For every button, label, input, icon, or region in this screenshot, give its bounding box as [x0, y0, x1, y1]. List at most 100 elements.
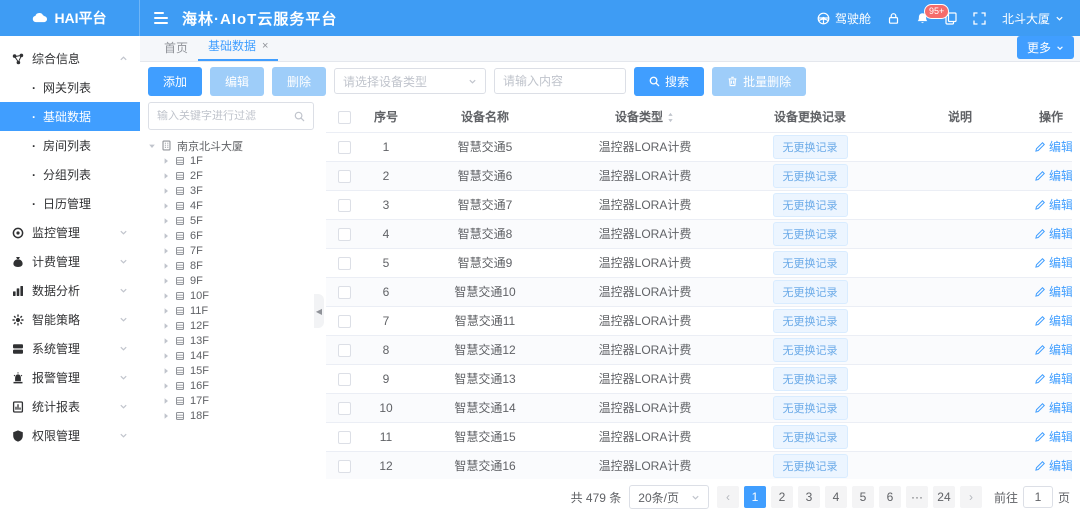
search-button[interactable]: 搜索: [634, 67, 704, 96]
sidebar-group-1[interactable]: 监控管理: [0, 218, 140, 247]
sidebar-group-4[interactable]: 智能策略: [0, 305, 140, 334]
collapse-tree-button[interactable]: ◀: [314, 294, 324, 328]
no-replace-record-badge[interactable]: 无更换记录: [773, 164, 848, 188]
edit-link[interactable]: 编辑: [1035, 283, 1072, 300]
search-input[interactable]: [503, 74, 617, 88]
page-button-4[interactable]: 4: [825, 486, 847, 508]
row-checkbox[interactable]: [338, 228, 351, 241]
app-logo[interactable]: HAI平台: [0, 0, 140, 36]
sidebar-group-5[interactable]: 系统管理: [0, 334, 140, 363]
fullscreen-button[interactable]: [973, 12, 986, 25]
row-checkbox[interactable]: [338, 170, 351, 183]
sidebar-item-0-1[interactable]: ·基础数据: [0, 102, 140, 131]
page-button-1[interactable]: 1: [744, 486, 766, 508]
tree-node-floor-8F[interactable]: 8F: [148, 258, 314, 273]
table-scroll[interactable]: 序号设备名称设备类型设备更换记录说明操作 1智慧交通5温控器LORA计费无更换记…: [326, 102, 1072, 479]
edit-link[interactable]: 编辑: [1035, 254, 1072, 271]
page-button-2[interactable]: 2: [771, 486, 793, 508]
cockpit-link[interactable]: 驾驶舱: [817, 10, 871, 27]
no-replace-record-badge[interactable]: 无更换记录: [773, 396, 848, 420]
page-button-24[interactable]: 24: [933, 486, 955, 508]
goto-page-input[interactable]: [1023, 486, 1053, 508]
edit-link[interactable]: 编辑: [1035, 312, 1072, 329]
edit-link[interactable]: 编辑: [1035, 225, 1072, 242]
tree-node-floor-15F[interactable]: 15F: [148, 363, 314, 378]
lock-button[interactable]: [887, 12, 900, 25]
edit-link[interactable]: 编辑: [1035, 457, 1072, 474]
row-checkbox[interactable]: [338, 431, 351, 444]
building-selector[interactable]: 北斗大厦: [1002, 10, 1064, 27]
tree-node-floor-16F[interactable]: 16F: [148, 378, 314, 393]
close-icon[interactable]: ×: [262, 40, 268, 52]
tree-node-floor-17F[interactable]: 17F: [148, 393, 314, 408]
tree-node-floor-12F[interactable]: 12F: [148, 318, 314, 333]
select-all-checkbox[interactable]: [338, 111, 351, 124]
edit-link[interactable]: 编辑: [1035, 428, 1072, 445]
row-checkbox[interactable]: [338, 402, 351, 415]
no-replace-record-badge[interactable]: 无更换记录: [773, 222, 848, 246]
sidebar-group-0[interactable]: 综合信息: [0, 44, 140, 73]
tree-node-floor-13F[interactable]: 13F: [148, 333, 314, 348]
next-page-button[interactable]: ›: [960, 486, 982, 508]
menu-toggle-icon[interactable]: [154, 12, 168, 24]
tree-node-floor-3F[interactable]: 3F: [148, 183, 314, 198]
row-checkbox[interactable]: [338, 315, 351, 328]
no-replace-record-badge[interactable]: 无更换记录: [773, 338, 848, 362]
device-type-select[interactable]: 请选择设备类型: [334, 68, 486, 94]
page-size-select[interactable]: 20条/页: [629, 485, 709, 509]
page-button-6[interactable]: 6: [879, 486, 901, 508]
page-button-5[interactable]: 5: [852, 486, 874, 508]
tree-node-floor-10F[interactable]: 10F: [148, 288, 314, 303]
sidebar-group-8[interactable]: 权限管理: [0, 421, 140, 450]
prev-page-button[interactable]: ‹: [717, 486, 739, 508]
no-replace-record-badge[interactable]: 无更换记录: [773, 251, 848, 275]
sidebar-item-0-3[interactable]: ·分组列表: [0, 160, 140, 189]
search-icon[interactable]: [294, 111, 305, 122]
more-button[interactable]: 更多: [1017, 36, 1074, 59]
tree-node-floor-18F[interactable]: 18F: [148, 408, 314, 423]
sidebar-group-7[interactable]: 统计报表: [0, 392, 140, 421]
row-checkbox[interactable]: [338, 199, 351, 212]
notifications-button[interactable]: 95+: [916, 12, 929, 25]
sidebar-item-0-0[interactable]: ·网关列表: [0, 73, 140, 102]
no-replace-record-badge[interactable]: 无更换记录: [773, 367, 848, 391]
batch-delete-button[interactable]: 批量删除: [712, 67, 806, 96]
no-replace-record-badge[interactable]: 无更换记录: [773, 135, 848, 159]
page-button-3[interactable]: 3: [798, 486, 820, 508]
tab-0[interactable]: 首页: [154, 39, 198, 61]
tree-node-floor-14F[interactable]: 14F: [148, 348, 314, 363]
tree-node-floor-9F[interactable]: 9F: [148, 273, 314, 288]
row-checkbox[interactable]: [338, 373, 351, 386]
tree-node-floor-2F[interactable]: 2F: [148, 168, 314, 183]
row-checkbox[interactable]: [338, 141, 351, 154]
sidebar-group-6[interactable]: 报警管理: [0, 363, 140, 392]
edit-link[interactable]: 编辑: [1035, 341, 1072, 358]
row-checkbox[interactable]: [338, 286, 351, 299]
row-checkbox[interactable]: [338, 344, 351, 357]
tab-1[interactable]: 基础数据×: [198, 37, 278, 61]
tree-node-floor-4F[interactable]: 4F: [148, 198, 314, 213]
sidebar-item-0-2[interactable]: ·房间列表: [0, 131, 140, 160]
edit-link[interactable]: 编辑: [1035, 196, 1072, 213]
tree-node-floor-6F[interactable]: 6F: [148, 228, 314, 243]
no-replace-record-badge[interactable]: 无更换记录: [773, 309, 848, 333]
tree-node-floor-1F[interactable]: 1F: [148, 153, 314, 168]
no-replace-record-badge[interactable]: 无更换记录: [773, 454, 848, 478]
edit-button[interactable]: 编辑: [210, 67, 264, 96]
add-button[interactable]: 添加: [148, 67, 202, 96]
sidebar-group-2[interactable]: 计费管理: [0, 247, 140, 276]
tree-node-floor-7F[interactable]: 7F: [148, 243, 314, 258]
edit-link[interactable]: 编辑: [1035, 370, 1072, 387]
edit-link[interactable]: 编辑: [1035, 399, 1072, 416]
tree-node-floor-5F[interactable]: 5F: [148, 213, 314, 228]
edit-link[interactable]: 编辑: [1035, 167, 1072, 184]
sidebar-item-0-4[interactable]: ·日历管理: [0, 189, 140, 218]
no-replace-record-badge[interactable]: 无更换记录: [773, 193, 848, 217]
edit-link[interactable]: 编辑: [1035, 138, 1072, 155]
row-checkbox[interactable]: [338, 460, 351, 473]
delete-button[interactable]: 删除: [272, 67, 326, 96]
tree-filter-input[interactable]: [157, 110, 267, 122]
no-replace-record-badge[interactable]: 无更换记录: [773, 280, 848, 304]
tree-root-node[interactable]: 南京北斗大厦: [148, 138, 314, 153]
tree-node-floor-11F[interactable]: 11F: [148, 303, 314, 318]
